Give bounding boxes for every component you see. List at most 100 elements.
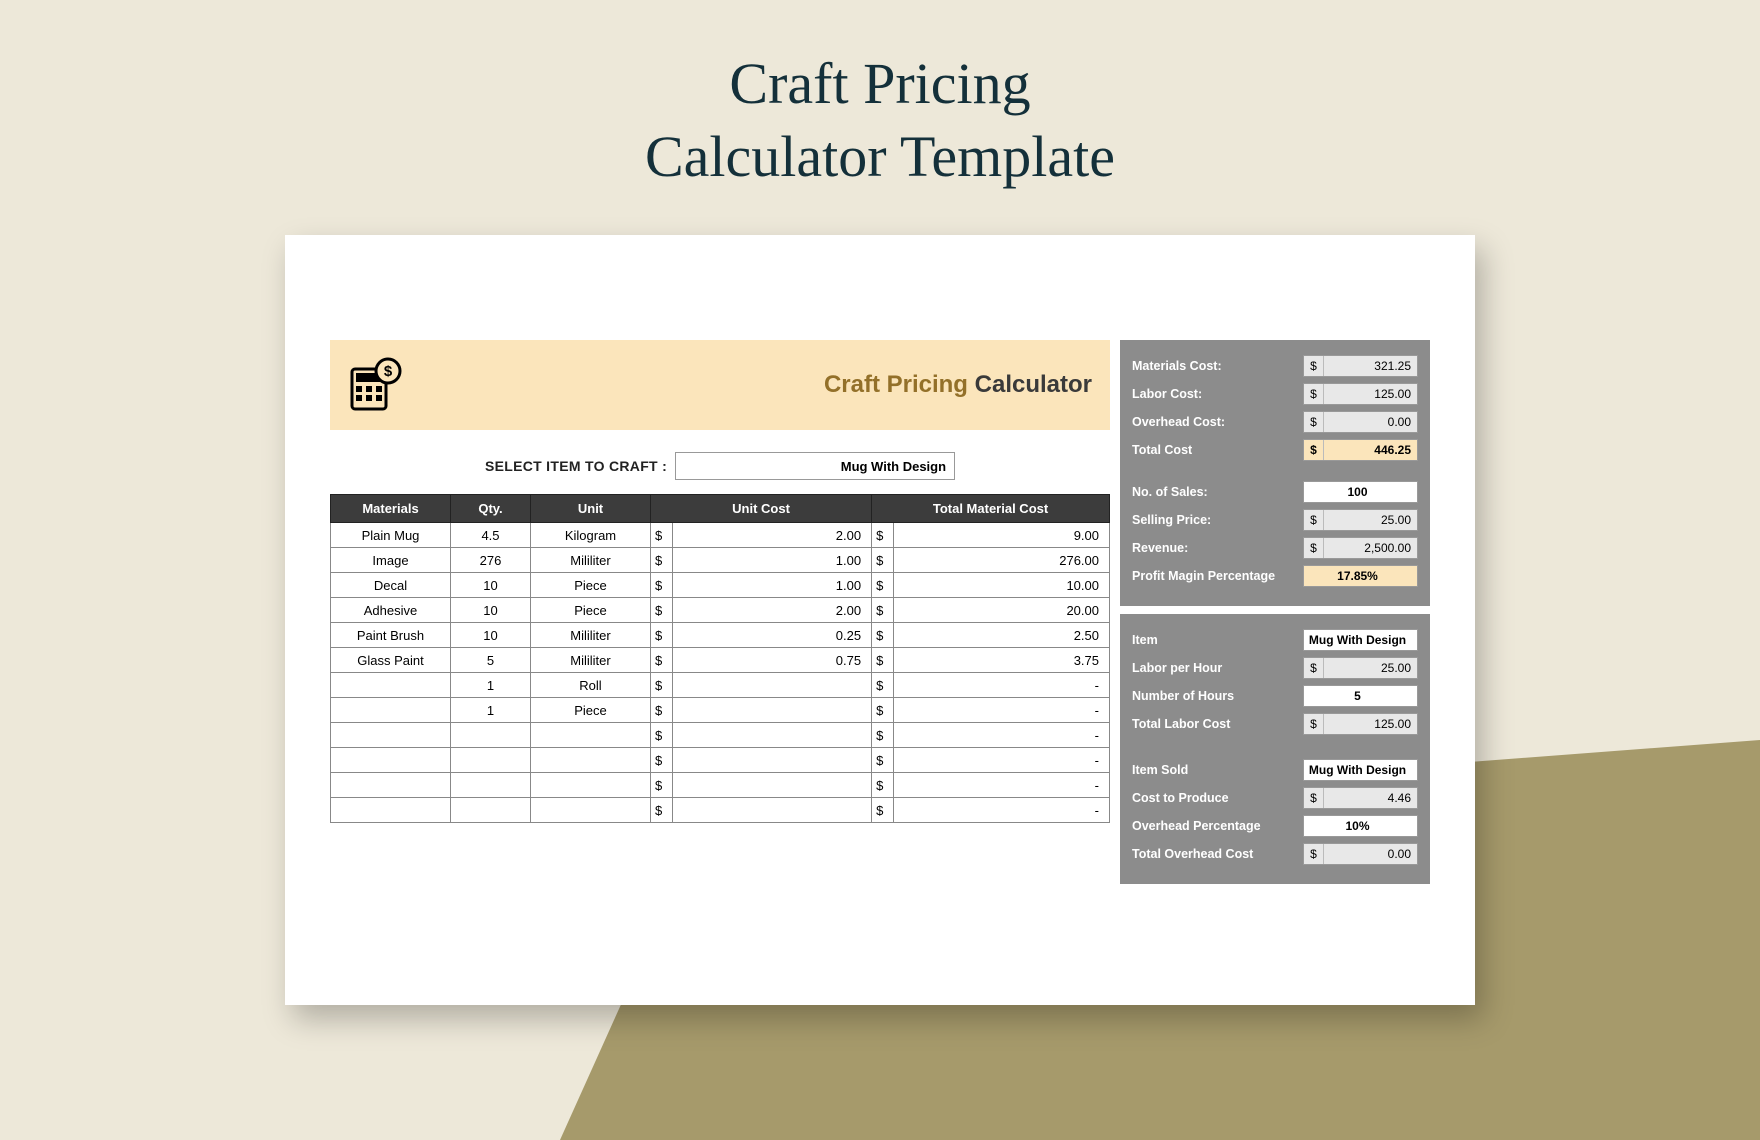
cell-cur[interactable]: $ bbox=[651, 523, 673, 548]
value-selling-price[interactable]: $25.00 bbox=[1303, 509, 1418, 531]
cell-qty[interactable]: 1 bbox=[451, 698, 531, 723]
cell-total[interactable]: 3.75 bbox=[894, 648, 1110, 673]
value-total-cost[interactable]: $446.25 bbox=[1303, 439, 1418, 461]
cell-total[interactable]: 9.00 bbox=[894, 523, 1110, 548]
cell-material[interactable] bbox=[331, 673, 451, 698]
cell-total[interactable]: 2.50 bbox=[894, 623, 1110, 648]
value-total-labor[interactable]: $125.00 bbox=[1303, 713, 1418, 735]
value-overhead-cost[interactable]: $0.00 bbox=[1303, 411, 1418, 433]
cell-cur[interactable]: $ bbox=[872, 773, 894, 798]
cell-unit[interactable]: Roll bbox=[531, 673, 651, 698]
cell-cur[interactable]: $ bbox=[872, 623, 894, 648]
value-labor-cost[interactable]: $125.00 bbox=[1303, 383, 1418, 405]
value-total-overhead[interactable]: $0.00 bbox=[1303, 843, 1418, 865]
cell-total[interactable]: 276.00 bbox=[894, 548, 1110, 573]
table-row[interactable]: $$- bbox=[331, 748, 1110, 773]
cell-material[interactable] bbox=[331, 773, 451, 798]
cell-qty[interactable]: 10 bbox=[451, 598, 531, 623]
value-labor-hour[interactable]: $25.00 bbox=[1303, 657, 1418, 679]
value-profit-margin[interactable]: 17.85% bbox=[1303, 565, 1418, 587]
cell-cur[interactable]: $ bbox=[872, 798, 894, 823]
cell-qty[interactable] bbox=[451, 798, 531, 823]
cell-cur[interactable]: $ bbox=[651, 648, 673, 673]
cell-material[interactable]: Paint Brush bbox=[331, 623, 451, 648]
cell-unit[interactable] bbox=[531, 748, 651, 773]
cell-qty[interactable]: 1 bbox=[451, 673, 531, 698]
cell-unit-cost[interactable] bbox=[673, 773, 872, 798]
cell-cur[interactable]: $ bbox=[651, 773, 673, 798]
table-row[interactable]: $$- bbox=[331, 723, 1110, 748]
cell-total[interactable]: - bbox=[894, 798, 1110, 823]
cell-cur[interactable]: $ bbox=[872, 698, 894, 723]
cell-unit[interactable] bbox=[531, 798, 651, 823]
cell-qty[interactable]: 10 bbox=[451, 623, 531, 648]
cell-total[interactable]: - bbox=[894, 673, 1110, 698]
cell-total[interactable]: 20.00 bbox=[894, 598, 1110, 623]
value-hours[interactable]: 5 bbox=[1303, 685, 1418, 707]
cell-unit[interactable]: Piece bbox=[531, 698, 651, 723]
cell-unit[interactable]: Mililiter bbox=[531, 623, 651, 648]
cell-material[interactable] bbox=[331, 748, 451, 773]
value-item[interactable]: Mug With Design bbox=[1303, 629, 1418, 651]
cell-material[interactable] bbox=[331, 723, 451, 748]
cell-cur[interactable]: $ bbox=[651, 598, 673, 623]
cell-unit-cost[interactable]: 2.00 bbox=[673, 598, 872, 623]
cell-cur[interactable]: $ bbox=[872, 598, 894, 623]
cell-total[interactable]: - bbox=[894, 773, 1110, 798]
cell-cur[interactable]: $ bbox=[651, 723, 673, 748]
table-row[interactable]: Glass Paint5Mililiter$0.75$3.75 bbox=[331, 648, 1110, 673]
cell-cur[interactable]: $ bbox=[872, 548, 894, 573]
select-item-dropdown[interactable]: Mug With Design bbox=[675, 452, 955, 480]
cell-qty[interactable]: 276 bbox=[451, 548, 531, 573]
cell-unit[interactable]: Piece bbox=[531, 598, 651, 623]
cell-unit-cost[interactable]: 0.75 bbox=[673, 648, 872, 673]
cell-qty[interactable]: 4.5 bbox=[451, 523, 531, 548]
table-row[interactable]: Image276Mililiter$1.00$276.00 bbox=[331, 548, 1110, 573]
value-no-sales[interactable]: 100 bbox=[1303, 481, 1418, 503]
table-row[interactable]: Paint Brush10Mililiter$0.25$2.50 bbox=[331, 623, 1110, 648]
cell-unit-cost[interactable] bbox=[673, 748, 872, 773]
cell-cur[interactable]: $ bbox=[651, 548, 673, 573]
cell-material[interactable]: Image bbox=[331, 548, 451, 573]
cell-cur[interactable]: $ bbox=[651, 573, 673, 598]
table-row[interactable]: $$- bbox=[331, 773, 1110, 798]
cell-total[interactable]: 10.00 bbox=[894, 573, 1110, 598]
cell-material[interactable]: Decal bbox=[331, 573, 451, 598]
cell-unit-cost[interactable]: 1.00 bbox=[673, 573, 872, 598]
value-materials-cost[interactable]: $321.25 bbox=[1303, 355, 1418, 377]
cell-cur[interactable]: $ bbox=[872, 573, 894, 598]
value-overhead-pct[interactable]: 10% bbox=[1303, 815, 1418, 837]
cell-unit-cost[interactable] bbox=[673, 673, 872, 698]
cell-cur[interactable]: $ bbox=[651, 748, 673, 773]
cell-cur[interactable]: $ bbox=[651, 623, 673, 648]
cell-unit-cost[interactable]: 1.00 bbox=[673, 548, 872, 573]
cell-cur[interactable]: $ bbox=[651, 698, 673, 723]
cell-qty[interactable]: 10 bbox=[451, 573, 531, 598]
cell-cur[interactable]: $ bbox=[872, 723, 894, 748]
cell-cur[interactable]: $ bbox=[872, 673, 894, 698]
cell-total[interactable]: - bbox=[894, 748, 1110, 773]
cell-material[interactable]: Plain Mug bbox=[331, 523, 451, 548]
table-row[interactable]: Decal10Piece$1.00$10.00 bbox=[331, 573, 1110, 598]
cell-cur[interactable]: $ bbox=[872, 648, 894, 673]
cell-cur[interactable]: $ bbox=[872, 523, 894, 548]
cell-unit[interactable] bbox=[531, 773, 651, 798]
cell-unit[interactable]: Mililiter bbox=[531, 548, 651, 573]
cell-total[interactable]: - bbox=[894, 698, 1110, 723]
cell-unit-cost[interactable]: 2.00 bbox=[673, 523, 872, 548]
cell-unit[interactable]: Mililiter bbox=[531, 648, 651, 673]
cell-cur[interactable]: $ bbox=[651, 798, 673, 823]
cell-cur[interactable]: $ bbox=[872, 748, 894, 773]
cell-qty[interactable]: 5 bbox=[451, 648, 531, 673]
cell-qty[interactable] bbox=[451, 748, 531, 773]
cell-material[interactable]: Glass Paint bbox=[331, 648, 451, 673]
cell-qty[interactable] bbox=[451, 723, 531, 748]
table-row[interactable]: 1Piece$$- bbox=[331, 698, 1110, 723]
value-revenue[interactable]: $2,500.00 bbox=[1303, 537, 1418, 559]
cell-unit-cost[interactable]: 0.25 bbox=[673, 623, 872, 648]
cell-material[interactable] bbox=[331, 698, 451, 723]
cell-material[interactable]: Adhesive bbox=[331, 598, 451, 623]
cell-unit[interactable]: Kilogram bbox=[531, 523, 651, 548]
cell-material[interactable] bbox=[331, 798, 451, 823]
cell-unit[interactable] bbox=[531, 723, 651, 748]
